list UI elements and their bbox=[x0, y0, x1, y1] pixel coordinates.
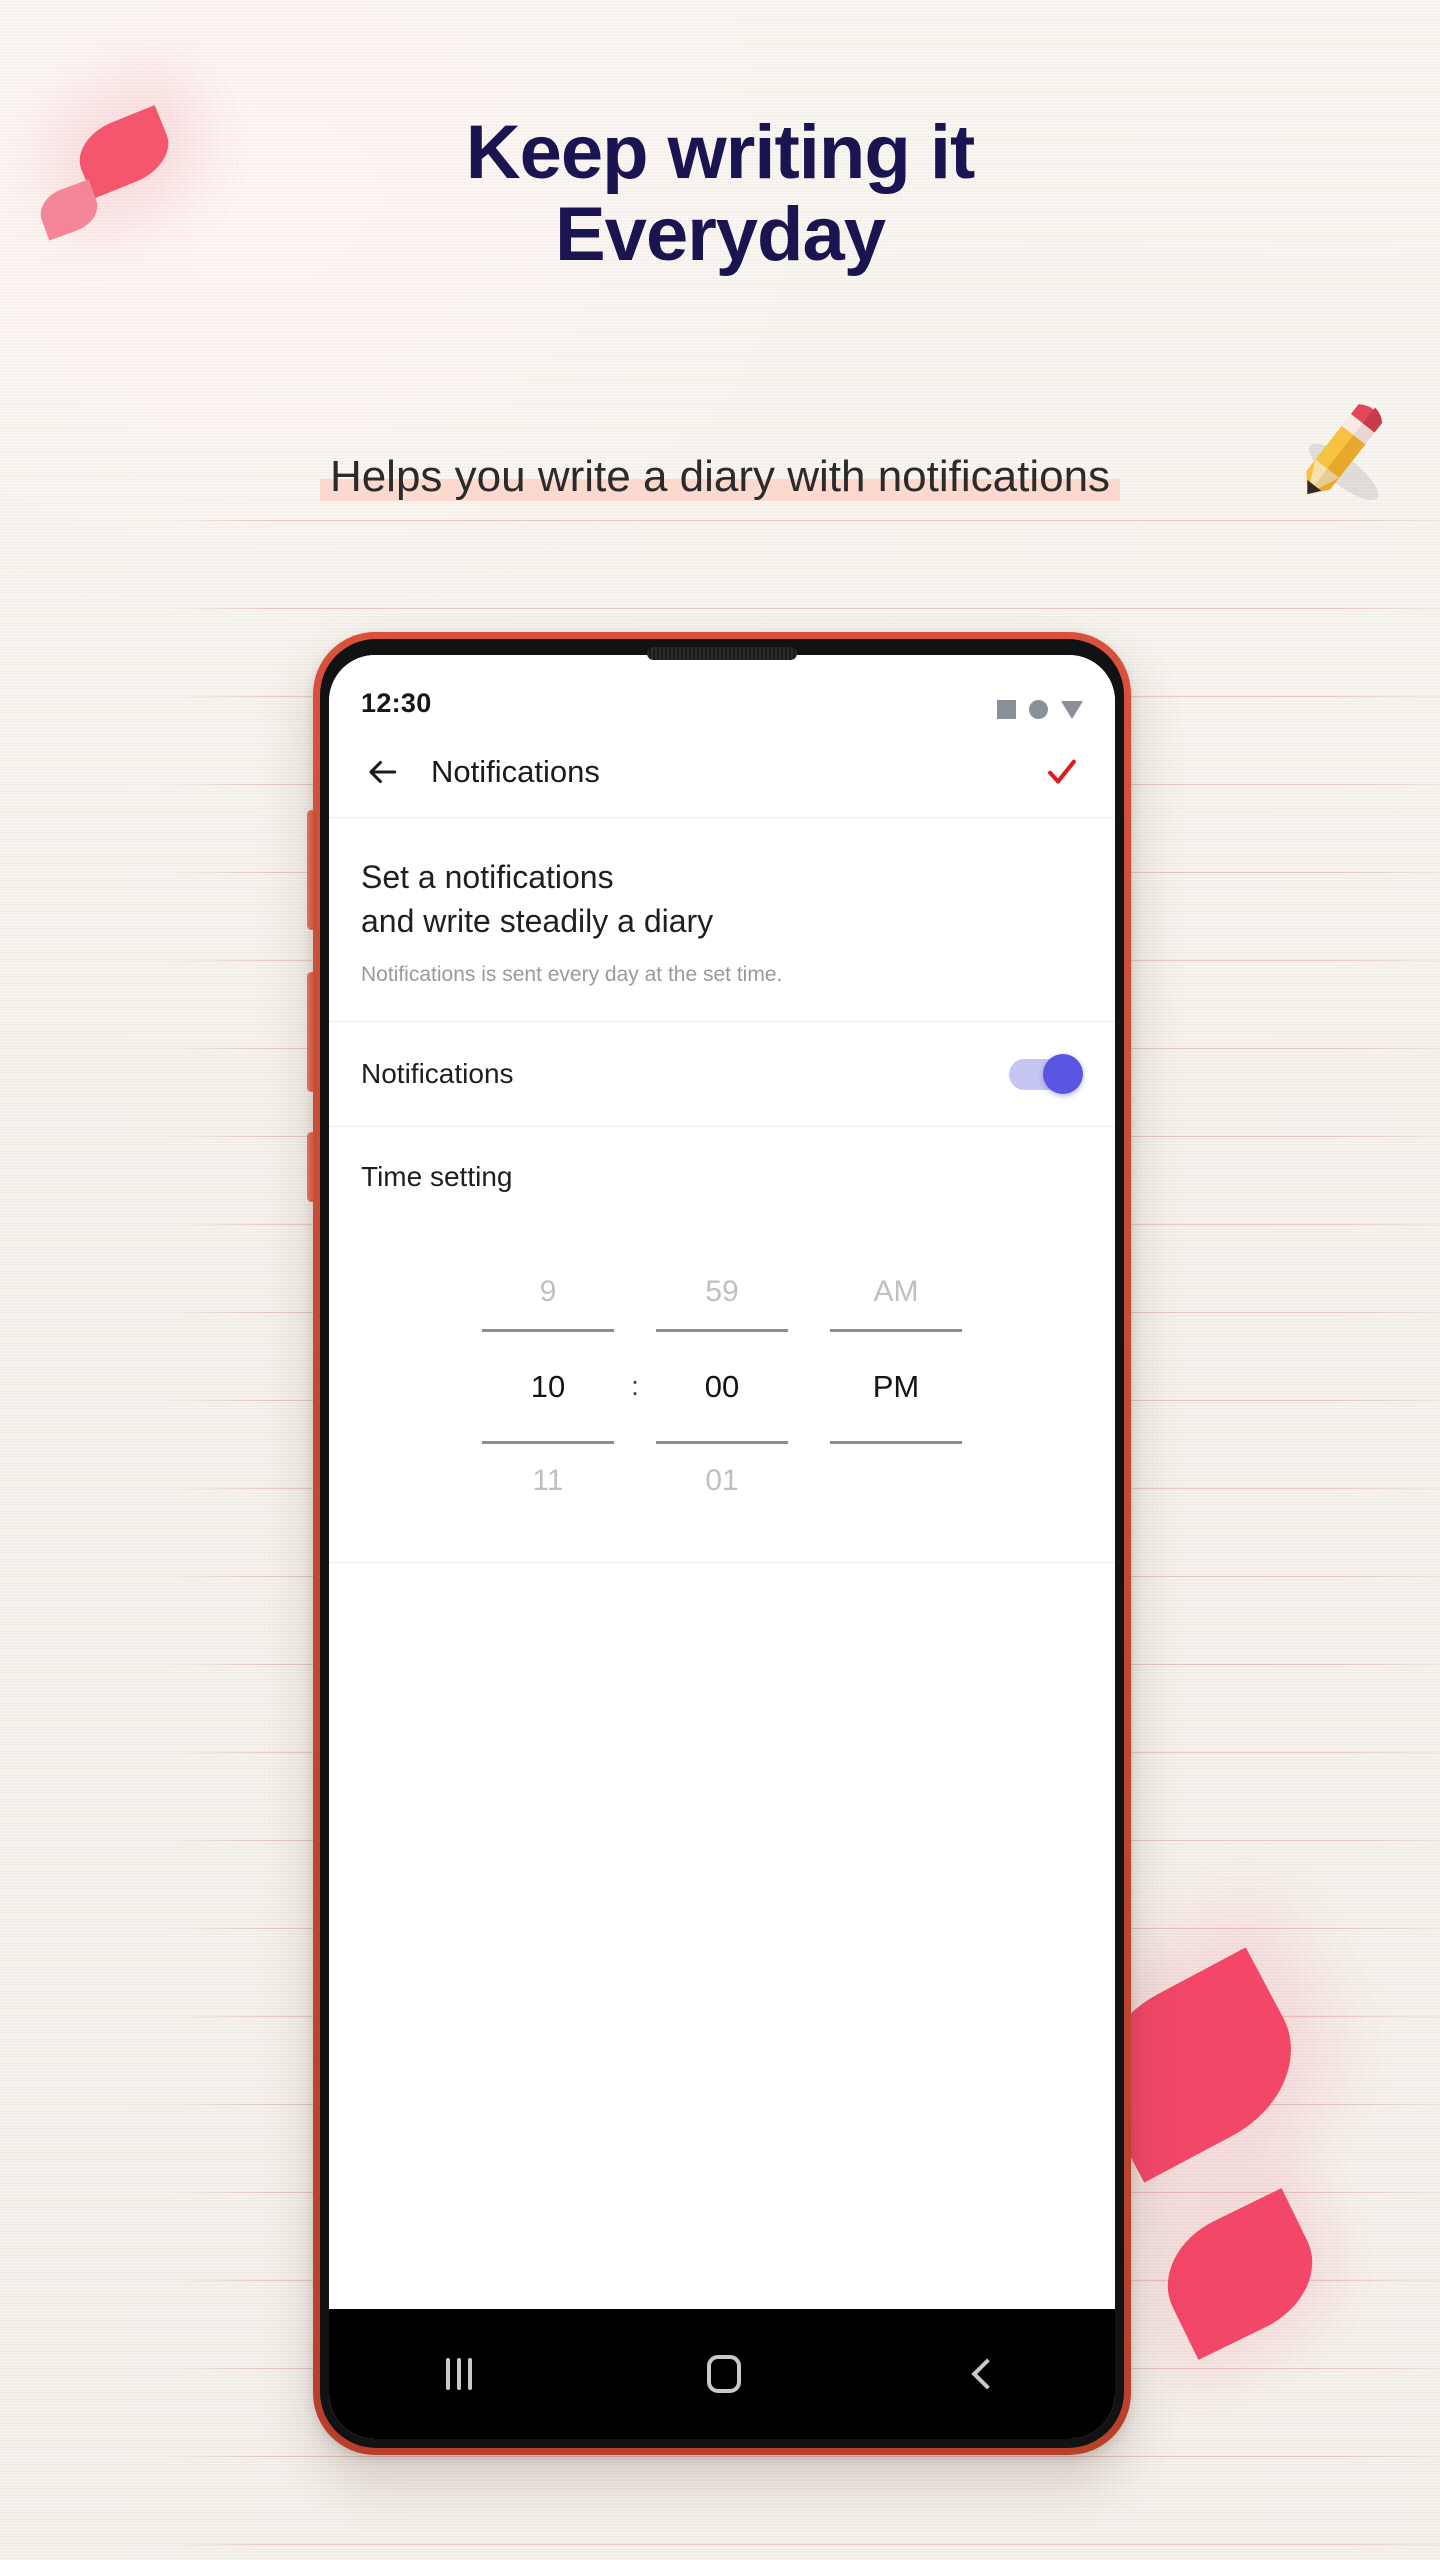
pencil-icon bbox=[1306, 404, 1383, 501]
android-status-bar: 12:30 bbox=[329, 655, 1115, 727]
notifications-row[interactable]: Notifications bbox=[329, 1022, 1115, 1127]
phone-side-button-bottom[interactable] bbox=[307, 1132, 316, 1202]
hour-next-value[interactable]: 11 bbox=[532, 1444, 563, 1518]
hour-column[interactable]: 9 10 11 bbox=[482, 1255, 614, 1518]
notifications-toggle[interactable] bbox=[1009, 1054, 1083, 1095]
circle-indicator-icon bbox=[1029, 700, 1048, 719]
back-button[interactable] bbox=[359, 749, 405, 795]
app-bar-title: Notifications bbox=[431, 754, 600, 789]
square-indicator-icon bbox=[997, 700, 1016, 719]
home-icon[interactable] bbox=[706, 2355, 741, 2393]
promo-subtitle: Helps you write a diary with notificatio… bbox=[319, 452, 1121, 503]
minute-next-value[interactable]: 01 bbox=[705, 1444, 738, 1518]
intro-line-1: Set a notifications bbox=[361, 859, 614, 895]
intro-line-2: and write steadily a diary bbox=[361, 902, 714, 939]
minute-previous-value[interactable]: 59 bbox=[705, 1255, 738, 1329]
nav-back-icon[interactable] bbox=[971, 2358, 1003, 2390]
time-setting-label: Time setting bbox=[361, 1161, 513, 1193]
phone-mockup: 12:30 Notifications Set a notifications … bbox=[307, 632, 1131, 2455]
android-nav-bar bbox=[329, 2309, 1115, 2439]
earpiece-speaker bbox=[647, 647, 797, 660]
arrow-left-icon bbox=[369, 760, 397, 784]
toggle-thumb bbox=[1043, 1054, 1083, 1095]
intro-section: Set a notifications and write steadily a… bbox=[329, 818, 1115, 1022]
phone-side-button-mid[interactable] bbox=[307, 972, 316, 1092]
intro-description: Notifications is sent every day at the s… bbox=[361, 963, 783, 987]
phone-bezel: 12:30 Notifications Set a notifications … bbox=[320, 639, 1124, 2448]
confirm-button[interactable] bbox=[1039, 749, 1085, 795]
headline-line-1: Keep writing it bbox=[465, 110, 976, 195]
minute-column[interactable]: 59 00 01 bbox=[656, 1255, 788, 1518]
recents-icon[interactable] bbox=[446, 2358, 473, 2390]
hour-previous-value[interactable]: 9 bbox=[540, 1255, 557, 1329]
hour-selected-value[interactable]: 10 bbox=[482, 1329, 614, 1445]
headline-line-2: Everyday bbox=[554, 192, 886, 278]
time-separator-spacer bbox=[788, 1255, 830, 1518]
triangle-indicator-icon bbox=[1061, 700, 1083, 719]
status-bar-icons bbox=[997, 700, 1083, 719]
notifications-row-label: Notifications bbox=[361, 1058, 514, 1090]
minute-selected-value[interactable]: 00 bbox=[656, 1329, 788, 1445]
subtitle-text: Helps you write a diary with notificatio… bbox=[329, 452, 1111, 501]
phone-side-button-top[interactable] bbox=[307, 810, 316, 930]
phone-screen: 12:30 Notifications Set a notifications … bbox=[329, 655, 1115, 2439]
time-separator: : bbox=[631, 1371, 639, 1402]
meridiem-column[interactable]: AM PM bbox=[830, 1255, 962, 1518]
meridiem-selected-value[interactable]: PM bbox=[830, 1329, 962, 1445]
meridiem-previous-value[interactable]: AM bbox=[874, 1255, 919, 1329]
app-bar: Notifications bbox=[329, 727, 1115, 817]
status-bar-clock: 12:30 bbox=[361, 688, 432, 718]
checkmark-icon bbox=[1048, 759, 1076, 784]
content-filler bbox=[329, 1563, 1115, 2309]
promo-headline: Keep writing it Everyday bbox=[0, 110, 1440, 278]
time-setting-row: Time setting bbox=[329, 1127, 1115, 1228]
time-picker[interactable]: 9 10 11 : 59 00 01 AM PM bbox=[329, 1227, 1115, 1563]
promo-subtitle-container: Helps you write a diary with notificatio… bbox=[0, 452, 1440, 503]
